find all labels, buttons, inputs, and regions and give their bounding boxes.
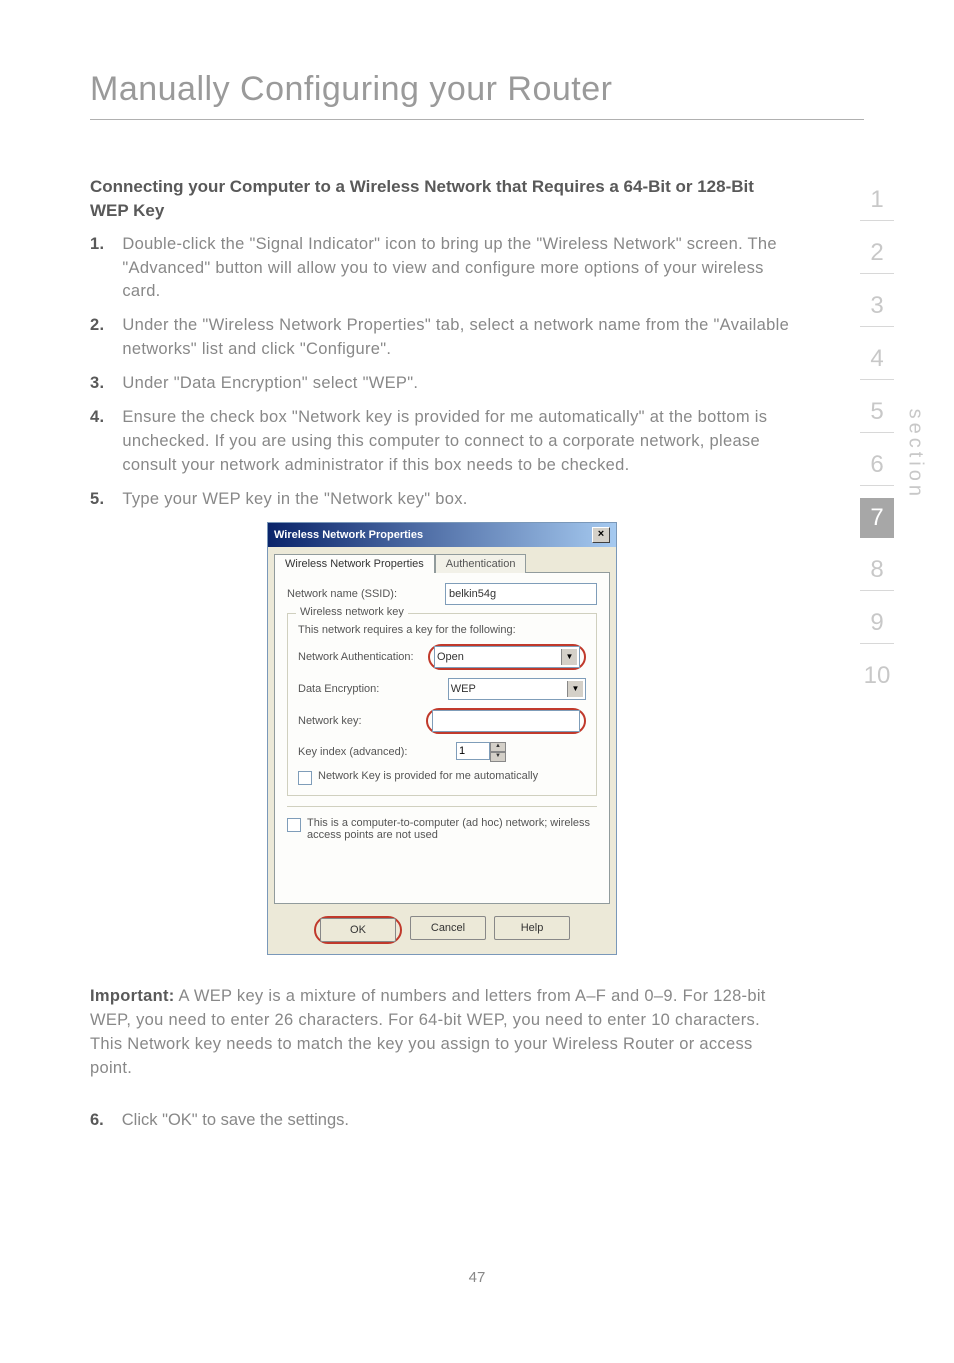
help-button[interactable]: Help [494, 916, 570, 940]
auth-label: Network Authentication: [298, 651, 420, 663]
group-title: Wireless network key [296, 606, 408, 618]
step-number: 5. [90, 488, 104, 512]
network-key-input[interactable] [432, 710, 580, 732]
wireless-key-group: Wireless network key This network requir… [287, 613, 597, 796]
spin-up-icon[interactable]: ▲ [490, 742, 506, 752]
encryption-label: Data Encryption: [298, 683, 440, 695]
dialog-wrapper: Wireless Network Properties × Wireless N… [90, 522, 864, 955]
highlight-circle [426, 708, 586, 734]
encryption-row: Data Encryption: WEP ▼ [298, 678, 586, 700]
list-item: 5. Type your WEP key in the "Network key"… [90, 488, 794, 512]
ok-button[interactable]: OK [320, 918, 396, 942]
section-nav-item-5[interactable]: 5 [860, 392, 894, 433]
step-text: Double-click the "Signal Indicator" icon… [122, 233, 794, 305]
ssid-row: Network name (SSID): belkin54g [287, 583, 597, 605]
auth-row: Network Authentication: Open ▼ [298, 644, 586, 670]
section-nav-item-6[interactable]: 6 [860, 445, 894, 486]
dialog-panel: Network name (SSID): belkin54g Wireless … [274, 572, 610, 904]
adhoc-label: This is a computer-to-computer (ad hoc) … [307, 817, 597, 841]
key-index-label: Key index (advanced): [298, 746, 448, 758]
step-text: Under "Data Encryption" select "WEP". [122, 372, 418, 396]
chevron-down-icon[interactable]: ▼ [561, 649, 577, 665]
dialog-button-bar: OK Cancel Help [268, 910, 616, 954]
step-list: 1.Double-click the "Signal Indicator" ic… [90, 233, 864, 512]
section-nav-item-4[interactable]: 4 [860, 339, 894, 380]
title-rule [90, 119, 864, 120]
chevron-down-icon[interactable]: ▼ [567, 681, 583, 697]
network-key-label: Network key: [298, 715, 418, 727]
section-label: section [903, 409, 926, 500]
step-text: Ensure the check box "Network key is pro… [122, 406, 794, 478]
section-nav-item-10[interactable]: 10 [860, 656, 894, 696]
network-key-row: Network key: [298, 708, 586, 734]
tab-authentication[interactable]: Authentication [435, 554, 527, 573]
wireless-properties-dialog: Wireless Network Properties × Wireless N… [267, 522, 617, 955]
important-note: Important: A WEP key is a mixture of num… [90, 985, 774, 1081]
group-note: This network requires a key for the foll… [298, 624, 586, 636]
step-number: 1. [90, 233, 104, 305]
highlight-circle: OK [314, 916, 402, 944]
step-number: 3. [90, 372, 104, 396]
dialog-title: Wireless Network Properties [274, 529, 423, 541]
separator [287, 806, 597, 807]
auth-value: Open [437, 651, 464, 663]
important-label: Important: [90, 987, 175, 1005]
list-item: 6. Click "OK" to save the settings. [90, 1111, 864, 1130]
checkbox-icon[interactable] [287, 818, 301, 832]
encryption-select[interactable]: WEP ▼ [448, 678, 586, 700]
page-number: 47 [0, 1269, 954, 1286]
section-nav-item-7[interactable]: 7 [860, 498, 894, 538]
step-number: 2. [90, 314, 104, 362]
key-index-stepper[interactable]: ▲ ▼ [456, 742, 506, 762]
ssid-input[interactable]: belkin54g [445, 583, 597, 605]
list-item: 4.Ensure the check box "Network key is p… [90, 406, 794, 478]
auto-key-checkbox-row[interactable]: Network Key is provided for me automatic… [298, 770, 586, 785]
highlight-circle: Open ▼ [428, 644, 586, 670]
tab-strip: Wireless Network Properties Authenticati… [268, 547, 616, 572]
section-nav: 1 2 3 4 5 6 7 8 9 10 [860, 180, 894, 696]
subheading: Connecting your Computer to a Wireless N… [90, 175, 864, 223]
list-item: 3. Under "Data Encryption" select "WEP". [90, 372, 794, 396]
list-item: 1.Double-click the "Signal Indicator" ic… [90, 233, 794, 305]
section-nav-item-8[interactable]: 8 [860, 550, 894, 591]
adhoc-checkbox-row[interactable]: This is a computer-to-computer (ad hoc) … [287, 817, 597, 841]
spin-down-icon[interactable]: ▼ [490, 752, 506, 762]
important-text: A WEP key is a mixture of numbers and le… [90, 987, 766, 1077]
encryption-value: WEP [451, 683, 476, 695]
close-icon[interactable]: × [592, 527, 610, 543]
cancel-button[interactable]: Cancel [410, 916, 486, 940]
section-nav-item-2[interactable]: 2 [860, 233, 894, 274]
checkbox-icon[interactable] [298, 771, 312, 785]
section-nav-item-1[interactable]: 1 [860, 180, 894, 221]
auth-select[interactable]: Open ▼ [434, 646, 580, 668]
step-number: 4. [90, 406, 104, 478]
dialog-titlebar[interactable]: Wireless Network Properties × [268, 523, 616, 547]
list-item: 2. Under the "Wireless Network Properties… [90, 314, 794, 362]
step-number: 6. [90, 1111, 104, 1130]
step-text: Under the "Wireless Network Properties" … [122, 314, 794, 362]
step-text: Type your WEP key in the "Network key" b… [122, 488, 467, 512]
step-text: Click "OK" to save the settings. [122, 1111, 349, 1130]
section-nav-item-9[interactable]: 9 [860, 603, 894, 644]
key-index-row: Key index (advanced): ▲ ▼ [298, 742, 586, 762]
page-title: Manually Configuring your Router [90, 70, 864, 109]
ssid-label: Network name (SSID): [287, 588, 437, 600]
key-index-value[interactable] [456, 742, 490, 760]
section-nav-item-3[interactable]: 3 [860, 286, 894, 327]
auto-key-label: Network Key is provided for me automatic… [318, 770, 538, 782]
tab-wireless-properties[interactable]: Wireless Network Properties [274, 554, 435, 573]
